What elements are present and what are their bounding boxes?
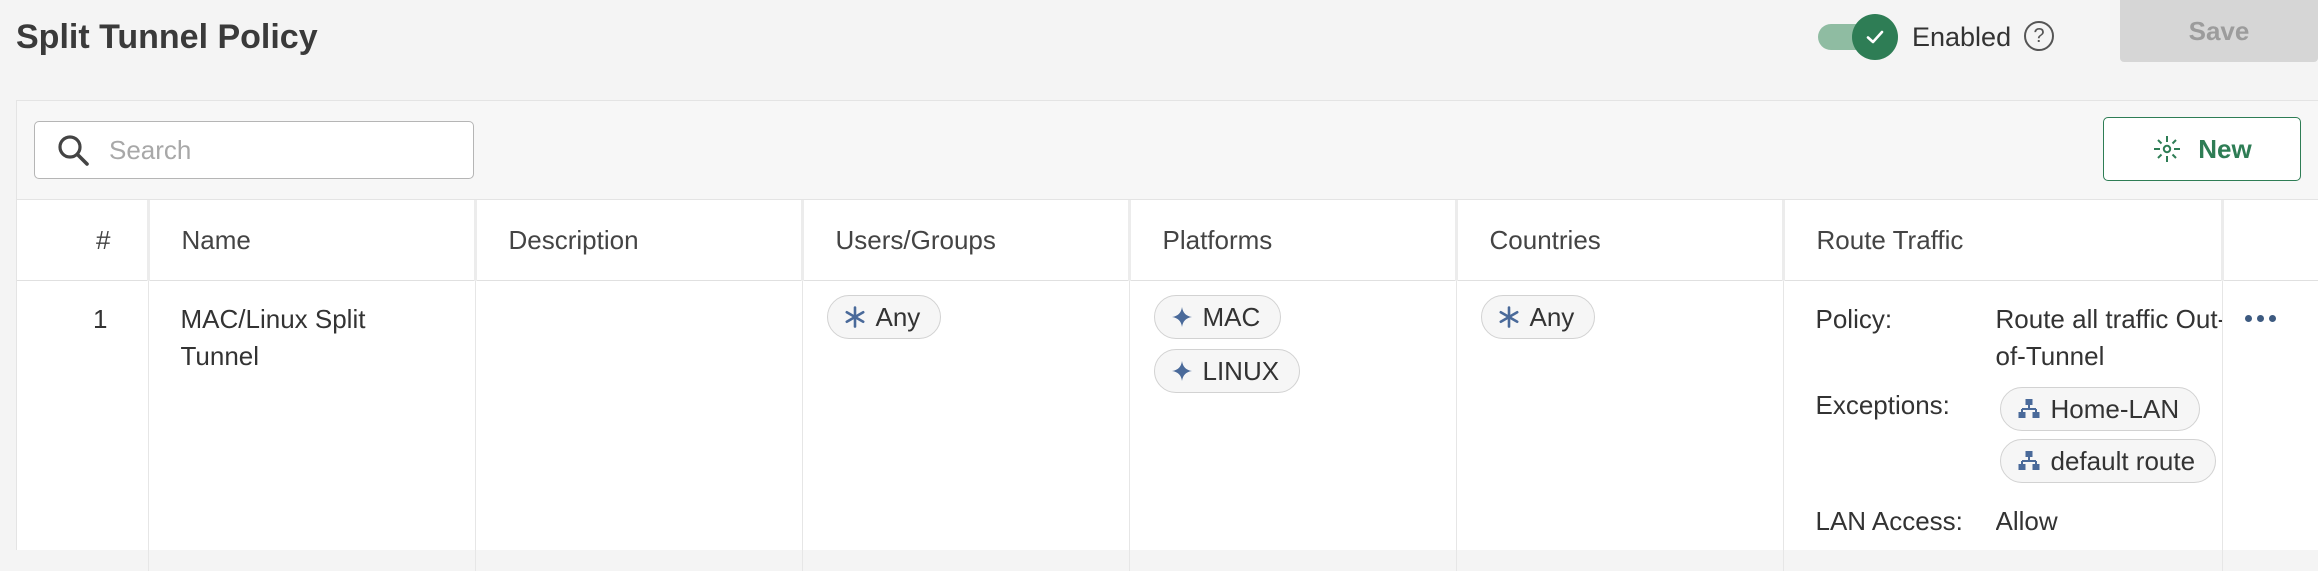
sparkle-icon: [1171, 306, 1193, 328]
users-chip-any: Any: [827, 295, 942, 339]
row-actions: [2222, 281, 2318, 571]
row-countries: Any: [1456, 281, 1783, 571]
save-button[interactable]: Save: [2120, 0, 2318, 62]
search-icon: [57, 134, 91, 168]
sparkle-add-icon: [2152, 134, 2182, 164]
column-header-name[interactable]: Name: [148, 200, 475, 281]
column-header-actions: [2222, 200, 2318, 281]
platform-chip-linux: LINUX: [1154, 349, 1301, 393]
chip-label: default route: [2051, 443, 2196, 480]
exception-chip-default-route: default route: [2000, 439, 2217, 483]
toolbar: New: [17, 101, 2318, 200]
policy-table: # Name Description Users/Groups Platform…: [17, 200, 2318, 571]
column-header-description[interactable]: Description: [475, 200, 802, 281]
table-row[interactable]: 1 MAC/Linux Split Tunnel: [17, 281, 2318, 571]
exceptions-list: Home-LAN: [1996, 387, 2222, 491]
countries-chip-any: Any: [1481, 295, 1596, 339]
toggle-label: Enabled: [1912, 22, 2011, 53]
column-header-countries[interactable]: Countries: [1456, 200, 1783, 281]
row-platforms: MAC LINUX: [1129, 281, 1456, 571]
platform-chip-mac: MAC: [1154, 295, 1282, 339]
policy-panel: New # Name Description Users/Groups Plat…: [16, 100, 2318, 550]
question-circle-icon[interactable]: ?: [2024, 21, 2054, 51]
page-header: Split Tunnel Policy Enabled ? Save: [0, 0, 2318, 100]
asterisk-icon: [844, 306, 866, 328]
column-header-users-groups[interactable]: Users/Groups: [802, 200, 1129, 281]
column-header-route-traffic[interactable]: Route Traffic: [1783, 200, 2222, 281]
column-header-number[interactable]: #: [17, 200, 148, 281]
policy-label: Policy:: [1816, 301, 1996, 375]
toggle-thumb: [1852, 14, 1898, 60]
network-icon: [2017, 398, 2041, 420]
lan-access-label: LAN Access:: [1816, 503, 1996, 540]
row-name-text: MAC/Linux Split Tunnel: [181, 301, 401, 375]
column-header-platforms[interactable]: Platforms: [1129, 200, 1456, 281]
sparkle-icon: [1171, 360, 1193, 382]
row-users-groups: Any: [802, 281, 1129, 571]
new-policy-button[interactable]: New: [2103, 117, 2301, 181]
chip-label: LINUX: [1203, 353, 1280, 390]
chip-label: MAC: [1203, 299, 1261, 336]
policy-value: Route all traffic Out-of-Tunnel: [1996, 301, 2222, 375]
row-name: MAC/Linux Split Tunnel: [148, 281, 475, 571]
chip-label: Any: [876, 299, 921, 336]
table-header-row: # Name Description Users/Groups Platform…: [17, 200, 2318, 281]
search-input[interactable]: [107, 131, 461, 169]
new-button-label: New: [2198, 134, 2251, 165]
lan-access-value: Allow: [1996, 503, 2222, 540]
enabled-toggle[interactable]: [1818, 14, 1898, 60]
network-icon: [2017, 450, 2041, 472]
row-number: 1: [17, 281, 148, 571]
page-title: Split Tunnel Policy: [16, 18, 318, 57]
check-icon: [1864, 26, 1886, 48]
search-box[interactable]: [34, 121, 474, 179]
row-description: [475, 281, 802, 571]
row-route-traffic: Policy: Route all traffic Out-of-Tunnel …: [1783, 281, 2222, 571]
more-options-icon[interactable]: [2245, 315, 2276, 322]
exception-chip-home-lan: Home-LAN: [2000, 387, 2201, 431]
exceptions-label: Exceptions:: [1816, 387, 1996, 491]
chip-label: Home-LAN: [2051, 391, 2180, 428]
asterisk-icon: [1498, 306, 1520, 328]
chip-label: Any: [1530, 299, 1575, 336]
